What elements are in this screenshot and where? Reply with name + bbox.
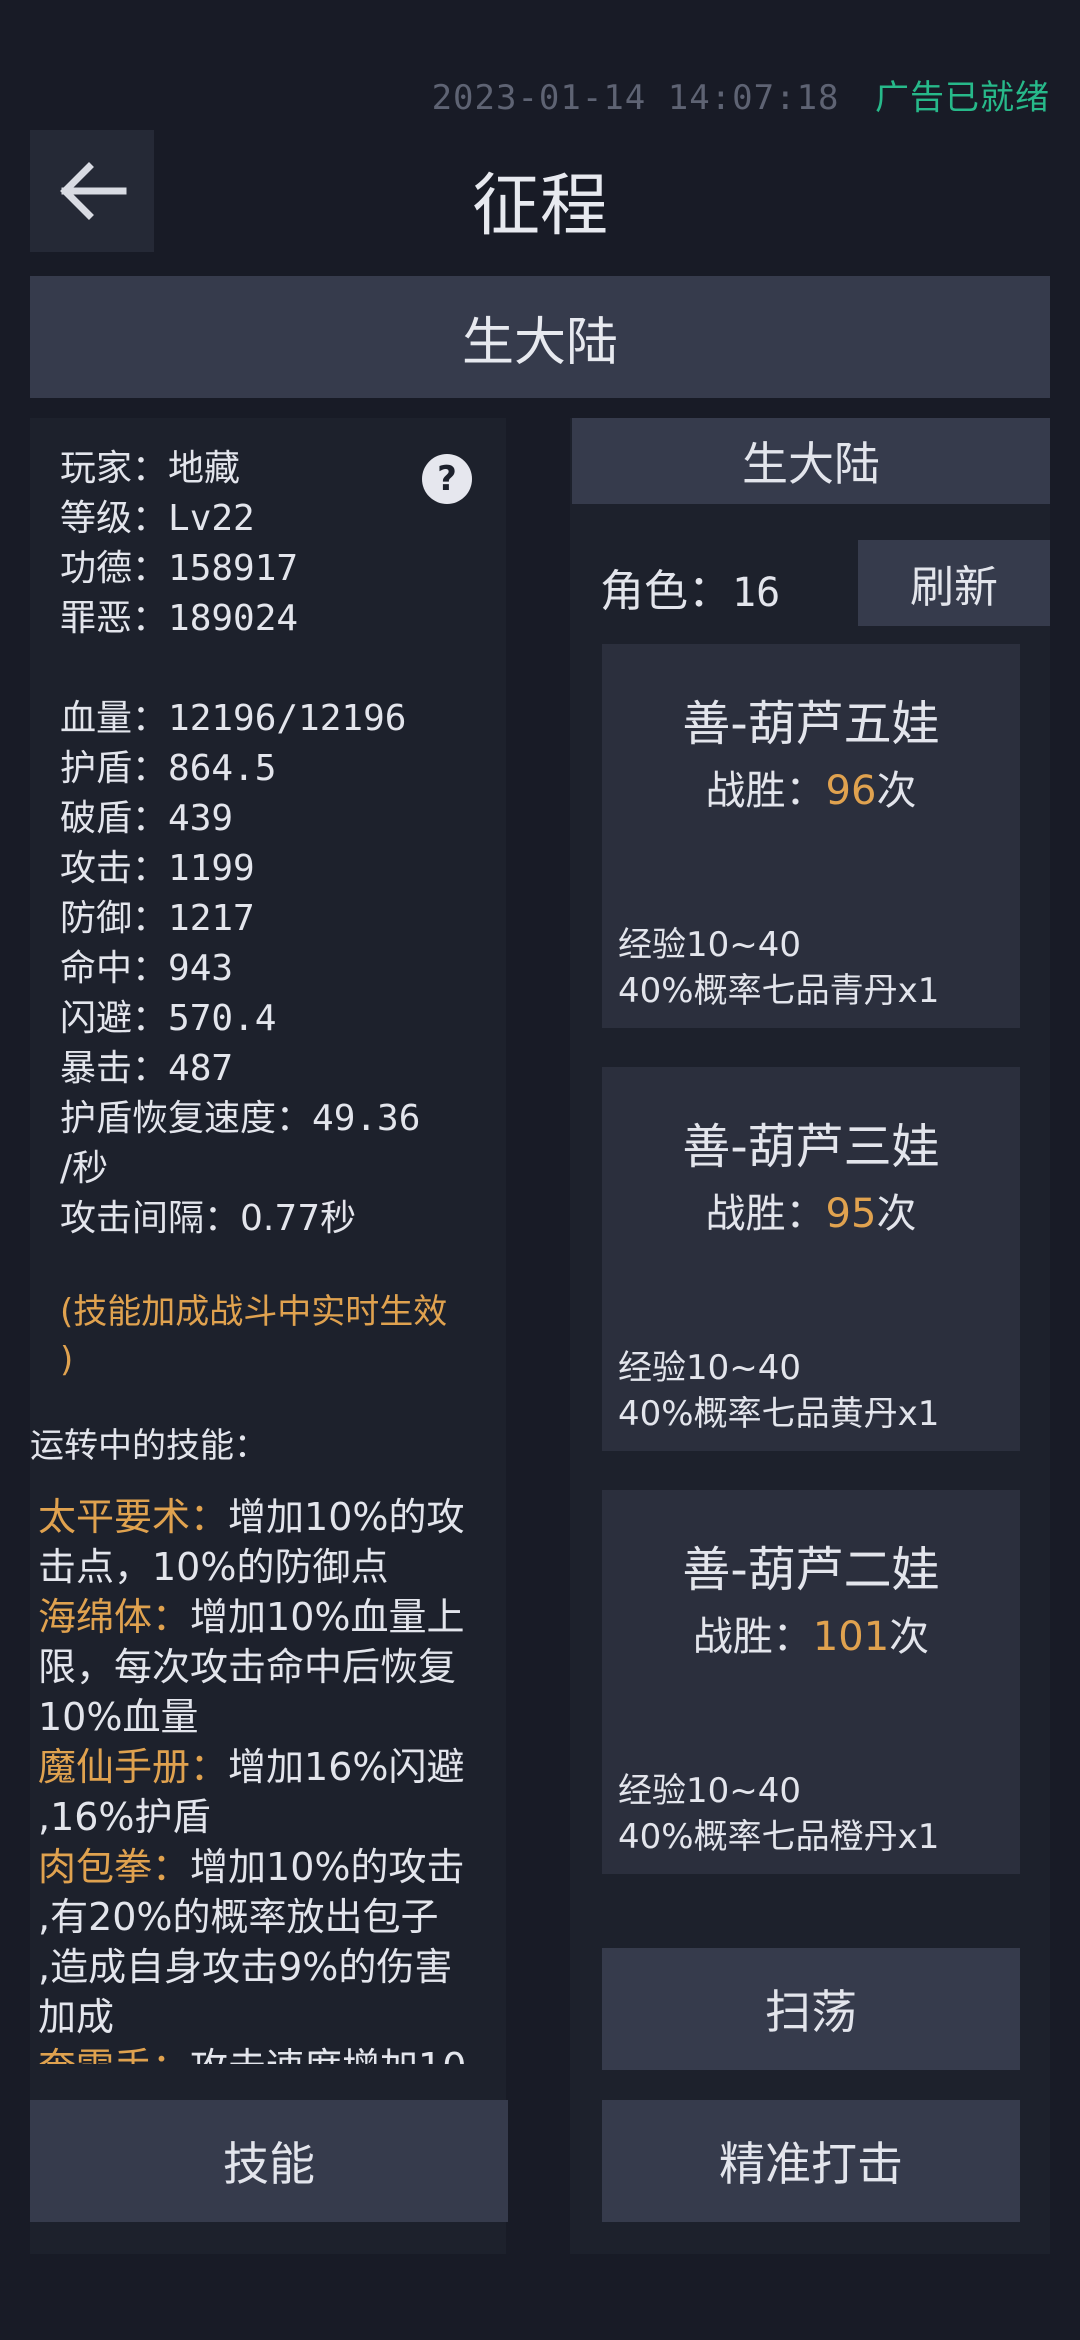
stat-crit: 暴击：487: [60, 1048, 234, 1089]
region-title-bar[interactable]: 生大陆: [30, 276, 1050, 398]
active-skills-list: 太平要术：增加10%的攻 击点，10%的防御点 海绵体：增加10%血量上 限，每…: [38, 1492, 500, 2064]
stat-sin: 罪恶：189024: [60, 598, 299, 639]
enemy-name: 善-葫芦三娃: [682, 1119, 940, 1175]
skill-item: 太平要术：增加10%的攻 击点，10%的防御点: [38, 1495, 465, 1589]
enemy-card[interactable]: 善-葫芦二娃 战胜：101次 经验10~40 40%概率七品橙丹x1: [602, 1490, 1020, 1874]
role-count: 角色：16: [600, 566, 781, 617]
sweep-button[interactable]: 扫荡: [602, 1948, 1020, 2070]
player-stats: 玩家：地藏 等级：Lv22 功德：158917 罪恶：189024 血量：121…: [60, 444, 490, 1384]
enemy-wins: 战胜：96次: [705, 768, 917, 814]
stat-hit: 命中：943: [60, 948, 234, 989]
region-subheader[interactable]: 生大陆: [572, 418, 1050, 504]
refresh-button[interactable]: 刷新: [858, 540, 1050, 626]
stat-attack-interval: 攻击间隔：0.77秒: [60, 1198, 357, 1239]
timestamp: 2023-01-14 14:07:18: [431, 78, 840, 118]
stat-dodge: 闪避：570.4: [60, 998, 277, 1039]
skill-item: 海绵体：增加10%血量上 限，每次攻击命中后恢复 10%血量: [38, 1595, 465, 1739]
ad-status[interactable]: 广告已就绪: [875, 78, 1050, 118]
stat-hp: 血量：12196/12196: [60, 698, 407, 739]
skill-item: 魔仙手册：增加16%闪避 ,16%护盾: [38, 1745, 465, 1839]
status-bar: 2023-01-14 14:07:18 广告已就绪: [432, 70, 1050, 119]
enemy-reward: 经验10~40 40%概率七品青丹x1: [618, 925, 940, 1011]
stat-defense: 防御：1217: [60, 898, 255, 939]
skills-button[interactable]: 技能: [30, 2100, 508, 2222]
stat-shield-regen: 护盾恢复速度：49.36: [60, 1098, 421, 1139]
precise-strike-button[interactable]: 精准打击: [602, 2100, 1020, 2222]
player-info-panel: 玩家：地藏 等级：Lv22 功德：158917 罪恶：189024 血量：121…: [30, 418, 506, 2254]
enemy-card[interactable]: 善-葫芦三娃 战胜：95次 经验10~40 40%概率七品黄丹x1: [602, 1067, 1020, 1451]
enemy-wins: 战胜：101次: [692, 1614, 930, 1660]
page-title: 征程: [471, 167, 608, 246]
stat-merit: 功德：158917: [60, 548, 299, 589]
help-icon[interactable]: ?: [422, 454, 472, 504]
stat-shield-break: 破盾：439: [60, 798, 234, 839]
skill-note: (技能加成战斗中实时生效 ): [60, 1292, 448, 1380]
enemy-name: 善-葫芦二娃: [682, 1542, 940, 1598]
stat-shield: 护盾：864.5: [60, 748, 277, 789]
enemy-reward: 经验10~40 40%概率七品橙丹x1: [618, 1771, 940, 1857]
skill-item: 奔雷手：攻击速度增加10: [38, 2042, 500, 2064]
stat-shield-regen-unit: /秒: [60, 1148, 109, 1189]
enemy-card[interactable]: 善-葫芦五娃 战胜：96次 经验10~40 40%概率七品青丹x1: [602, 644, 1020, 1028]
stat-attack: 攻击：1199: [60, 848, 255, 889]
enemy-wins: 战胜：95次: [705, 1191, 917, 1237]
enemy-name: 善-葫芦五娃: [682, 696, 940, 752]
enemy-reward: 经验10~40 40%概率七品黄丹x1: [618, 1348, 940, 1434]
active-skills-heading: 运转中的技能：: [30, 1426, 268, 1466]
stat-level: 等级：Lv22: [60, 498, 255, 539]
player-info-scroll[interactable]: 玩家：地藏 等级：Lv22 功德：158917 罪恶：189024 血量：121…: [30, 418, 506, 2064]
skill-item: 肉包拳：增加10%的攻击 ,有20%的概率放出包子 ,造成自身攻击9%的伤害 加…: [38, 1845, 465, 2039]
